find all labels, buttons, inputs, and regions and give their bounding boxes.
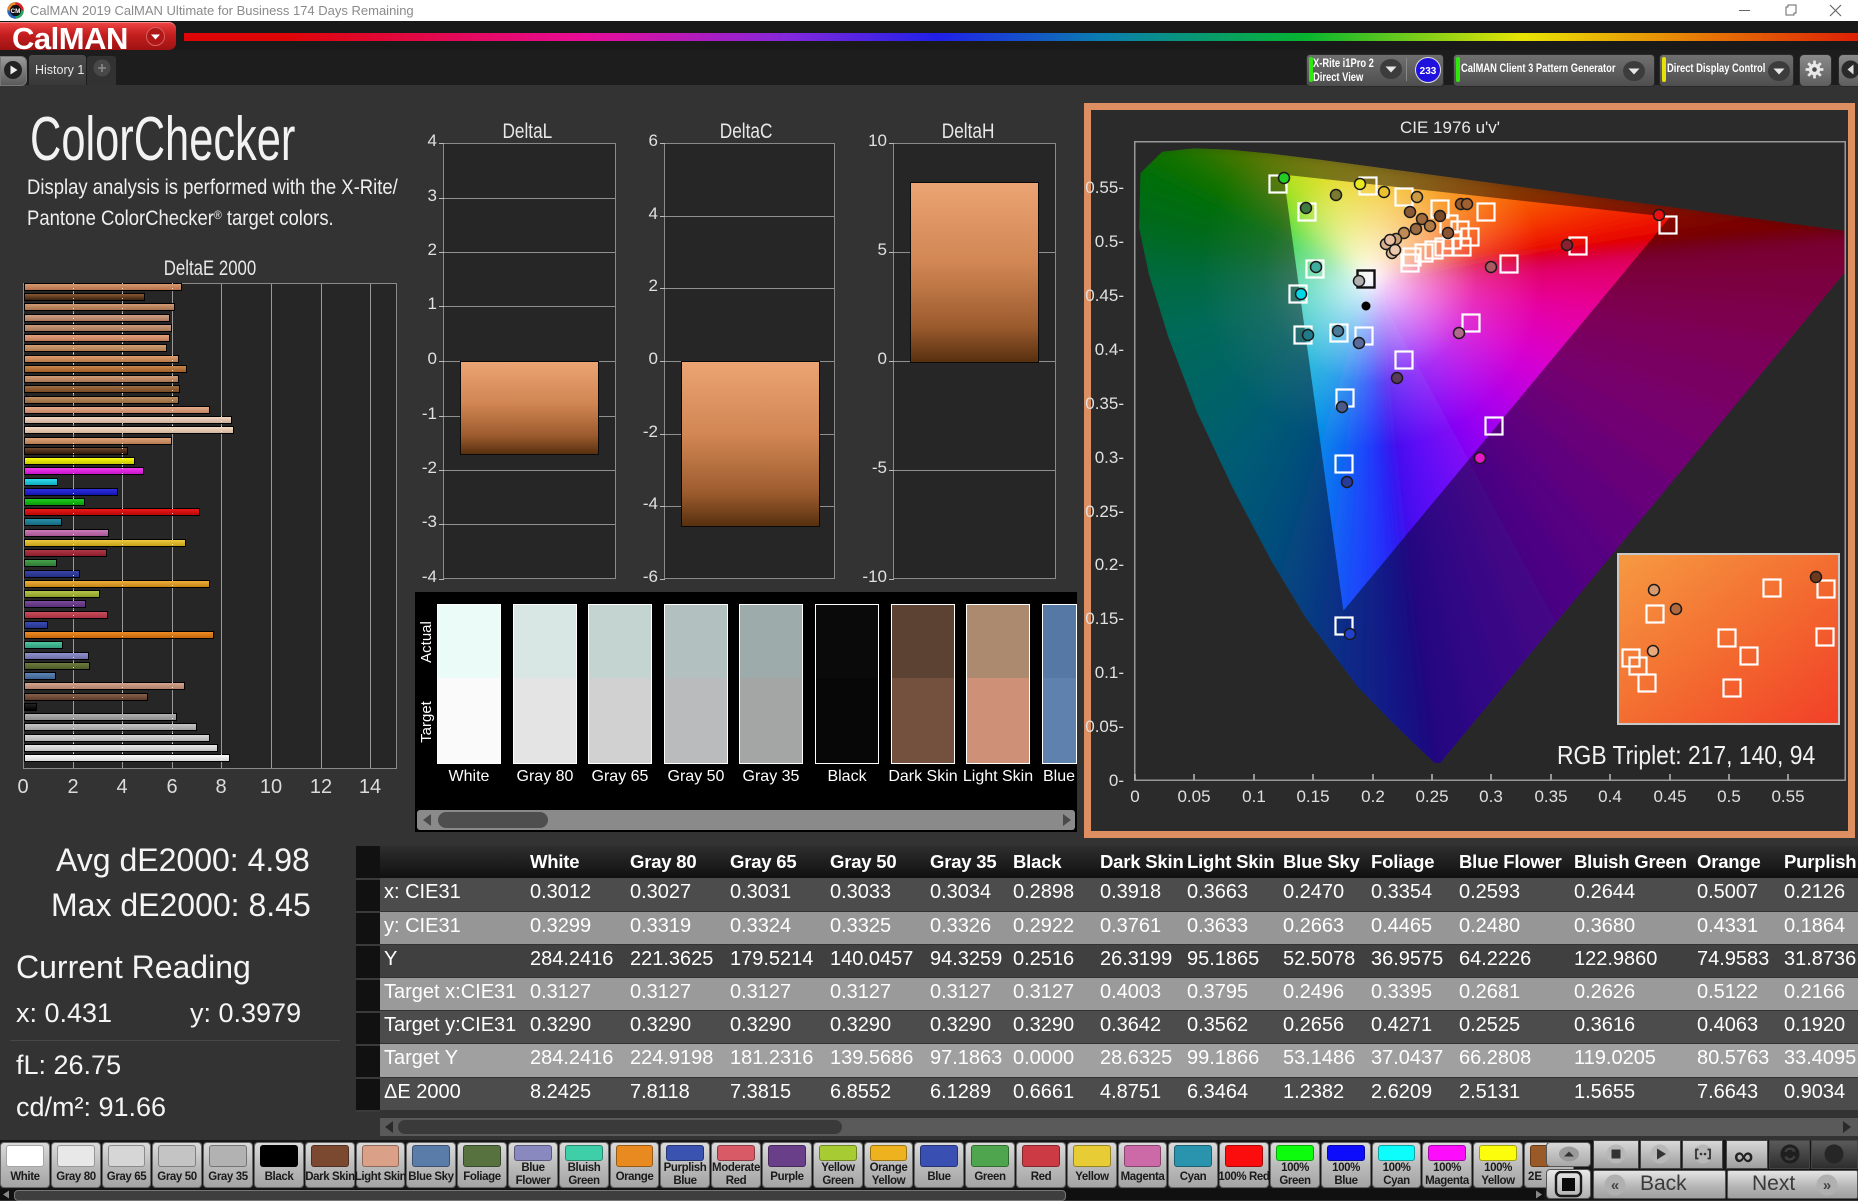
svg-text:Target: Target: [418, 700, 435, 743]
svg-text:»: »: [1823, 1177, 1831, 1194]
svg-text:«: «: [1611, 1177, 1619, 1194]
svg-text:233: 233: [1420, 66, 1437, 77]
svg-text:Actual: Actual: [418, 621, 435, 663]
svg-text:CM: CM: [11, 8, 21, 15]
